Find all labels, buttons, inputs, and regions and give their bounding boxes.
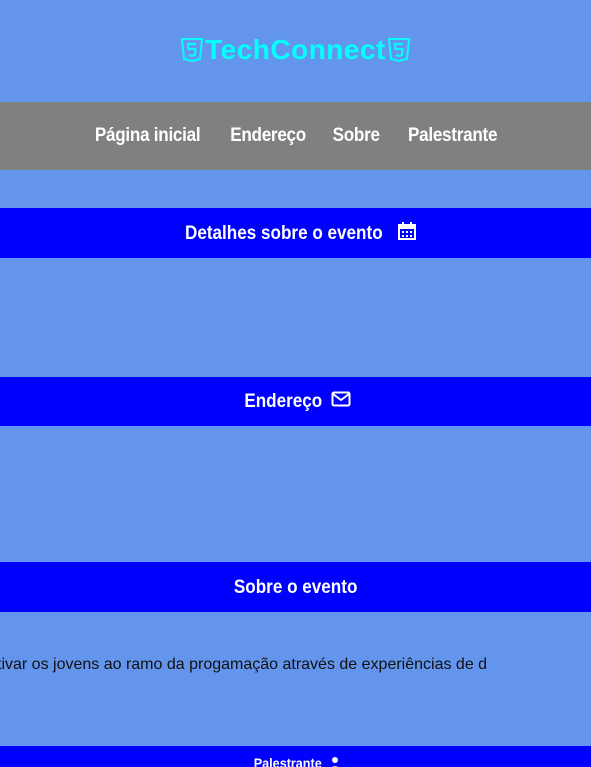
calendar-icon <box>397 221 417 246</box>
section-header-palestrante: Palestrante <box>0 746 591 767</box>
nav-link-endereco[interactable]: Endereço <box>230 125 306 147</box>
user-icon <box>329 756 341 767</box>
section-title-sobre: Sobre o evento <box>233 576 358 598</box>
logo-text: TechConnect <box>205 34 386 65</box>
envelope-icon <box>331 391 351 412</box>
section-header-detalhes: Detalhes sobre o evento <box>0 208 591 258</box>
nav-link-sobre[interactable]: Sobre <box>333 125 380 147</box>
section-header-sobre: Sobre o evento <box>0 562 591 612</box>
site-logo[interactable]: TechConnect <box>0 28 591 72</box>
section-title-endereco: Endereço <box>244 391 323 412</box>
section-header-endereco: Endereço <box>0 377 591 426</box>
about-text: tivar os jovens ao ramo da progamação at… <box>0 656 488 673</box>
nav-link-home[interactable]: Página inicial <box>95 125 201 147</box>
section-title-detalhes: Detalhes sobre o evento <box>184 222 383 244</box>
html5-icon <box>181 38 204 63</box>
section-title-palestrante: Palestrante <box>253 755 322 767</box>
nav-link-palestrante[interactable]: Palestrante <box>408 125 497 147</box>
page: TechConnect Página inicial Endereço Sobr… <box>0 0 591 767</box>
main-nav: Página inicial Endereço Sobre Palestrant… <box>0 102 591 170</box>
html5-icon <box>387 38 410 63</box>
